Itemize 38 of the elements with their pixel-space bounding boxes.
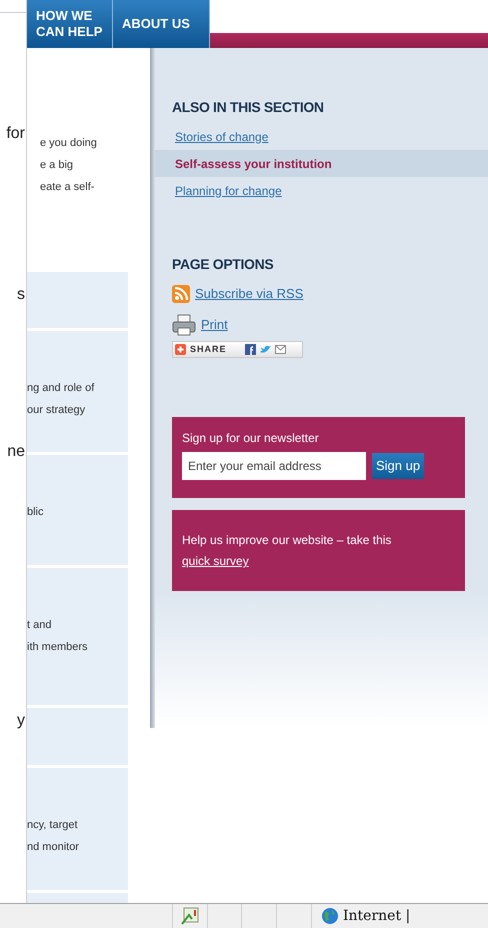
body-text: e you doing xyxy=(40,136,98,151)
section-link[interactable]: Stories of change xyxy=(155,123,488,150)
nav-tab[interactable]: HOW WE CAN HELP xyxy=(27,0,113,48)
heading-fragment: for xyxy=(5,124,25,144)
card-text: ng and role of xyxy=(27,381,96,396)
envelope-icon xyxy=(274,345,286,354)
printer-icon xyxy=(172,314,196,336)
newsletter-heading: Sign up for our newsletter xyxy=(182,430,320,446)
share-button[interactable]: SHARE xyxy=(172,341,303,358)
status-icon xyxy=(180,907,200,925)
facebook-icon xyxy=(244,344,256,355)
survey-text: Help us improve our website – take this quick survey xyxy=(182,532,392,570)
globe-icon xyxy=(321,907,339,925)
heading-fragment: ne xyxy=(6,442,25,462)
heading-fragment: y xyxy=(16,711,25,731)
survey-link[interactable]: quick survey xyxy=(182,554,249,568)
email-field[interactable]: Enter your email address xyxy=(182,452,366,480)
section-heading: ALSO IN THIS SECTION xyxy=(172,99,324,115)
bird-icon xyxy=(260,345,271,354)
print-link[interactable]: Print xyxy=(201,314,228,334)
card-text: blic xyxy=(27,505,45,520)
section-heading: PAGE OPTIONS xyxy=(172,256,274,272)
subscribe-link[interactable]: Subscribe via RSS xyxy=(195,284,304,304)
rss-icon xyxy=(172,284,190,302)
sign-up-button[interactable]: Sign up xyxy=(372,453,424,479)
card-text: nd monitor xyxy=(27,840,80,855)
plus-icon xyxy=(175,344,186,355)
section-link[interactable]: Self-assess your institution xyxy=(155,150,488,177)
zone-label: Internet | xyxy=(343,906,410,926)
card-text: our strategy xyxy=(27,403,86,418)
card-text: t and xyxy=(27,618,52,633)
nav-tab[interactable]: ABOUT US xyxy=(113,0,210,48)
card-text: ncy, target xyxy=(27,818,79,833)
body-text: e a big xyxy=(40,158,74,173)
card-text: ith members xyxy=(27,640,89,655)
body-text: eate a self- xyxy=(40,180,96,195)
section-link[interactable]: Planning for change xyxy=(155,177,488,204)
heading-fragment: s xyxy=(16,285,25,305)
